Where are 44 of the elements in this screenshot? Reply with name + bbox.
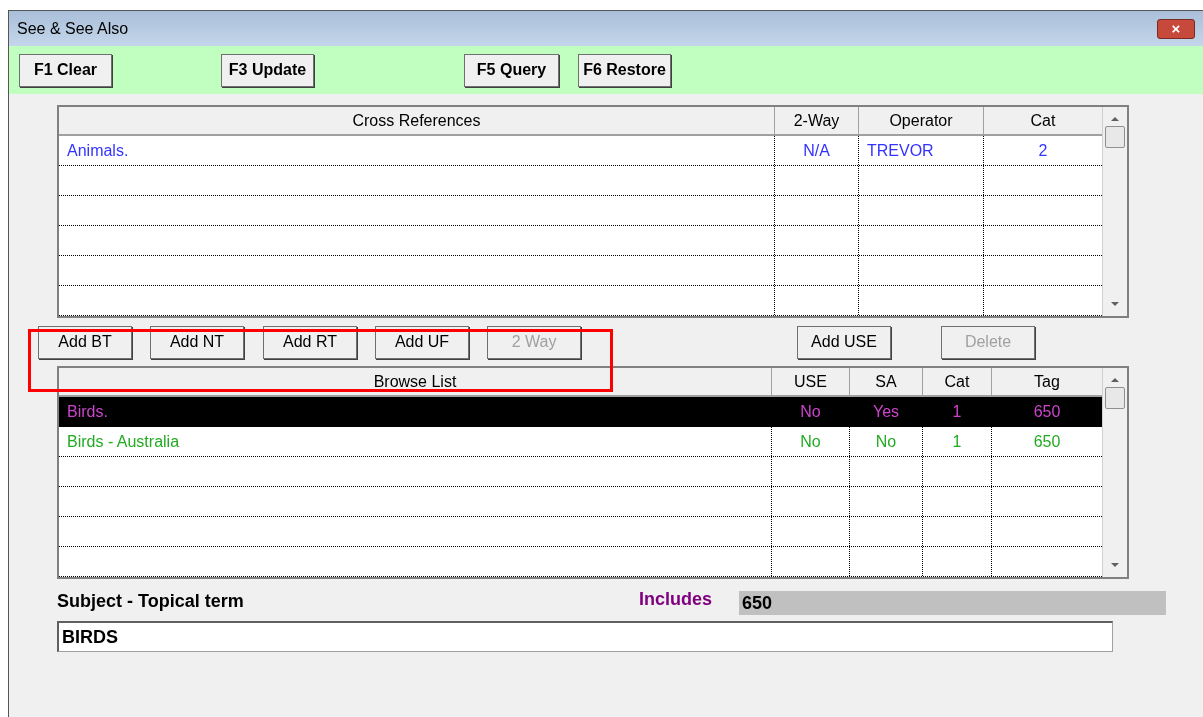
column-header: USE bbox=[772, 368, 850, 395]
column-header: Tag bbox=[1033, 371, 1061, 392]
column-header: Browse List bbox=[59, 368, 772, 395]
action-button[interactable]: F1 Clear bbox=[19, 53, 112, 87]
table-cell-text: No bbox=[874, 431, 898, 452]
column-header: Cat bbox=[923, 368, 992, 395]
action-button[interactable]: Add USE bbox=[797, 325, 891, 359]
scroll-down-icon[interactable] bbox=[1111, 563, 1119, 567]
column-header: Cat bbox=[1029, 110, 1057, 131]
table-cell-text: TREVOR bbox=[866, 140, 935, 161]
scroll-thumb[interactable] bbox=[1105, 125, 1125, 148]
table-cell-text: No bbox=[799, 401, 822, 422]
action-button[interactable]: F6 Restore bbox=[578, 53, 671, 87]
table-cell-text: 650 bbox=[1032, 401, 1062, 422]
scroll-up-icon[interactable] bbox=[1111, 117, 1119, 121]
close-button[interactable]: × bbox=[1157, 18, 1195, 39]
column-header: Cross References bbox=[59, 107, 775, 134]
scrollbar[interactable] bbox=[1102, 368, 1127, 577]
scrollbar[interactable] bbox=[1102, 107, 1127, 316]
table-cell-text: 650 bbox=[1032, 431, 1062, 452]
table-cell-text: N/A bbox=[802, 140, 831, 161]
action-button[interactable]: F3 Update bbox=[221, 53, 314, 87]
table-cell-text: No bbox=[799, 431, 822, 452]
includes-value: 650 bbox=[739, 591, 1166, 615]
table-cell-text: Yes bbox=[871, 401, 901, 422]
scroll-down-icon[interactable] bbox=[1111, 302, 1119, 306]
table-cell-text: 1 bbox=[951, 401, 963, 422]
scroll-up-icon[interactable] bbox=[1111, 378, 1119, 382]
table-cell-text: Birds. bbox=[66, 401, 109, 422]
table-cell-text: Animals. bbox=[66, 140, 130, 161]
table-row[interactable]: Animals. N/A TREVOR 2 bbox=[59, 136, 1102, 166]
column-header: Operator bbox=[859, 107, 984, 134]
subject-field[interactable]: BIRDS bbox=[57, 621, 1113, 652]
action-button[interactable]: F5 Query bbox=[464, 53, 559, 87]
includes-label: Includes bbox=[639, 588, 714, 611]
table-cell-text: 1 bbox=[951, 431, 963, 452]
table-cell-text: 2 bbox=[1037, 140, 1049, 161]
column-header: 2-Way bbox=[775, 107, 859, 134]
subject-label: Subject - Topical term bbox=[57, 590, 245, 613]
window-title: See & See Also bbox=[17, 18, 129, 39]
table-row[interactable]: Birds. No Yes 1 650 bbox=[59, 397, 1102, 427]
table-cell-text: Birds - Australia bbox=[66, 431, 181, 452]
column-header: SA bbox=[850, 368, 923, 395]
scroll-thumb[interactable] bbox=[1105, 386, 1125, 409]
